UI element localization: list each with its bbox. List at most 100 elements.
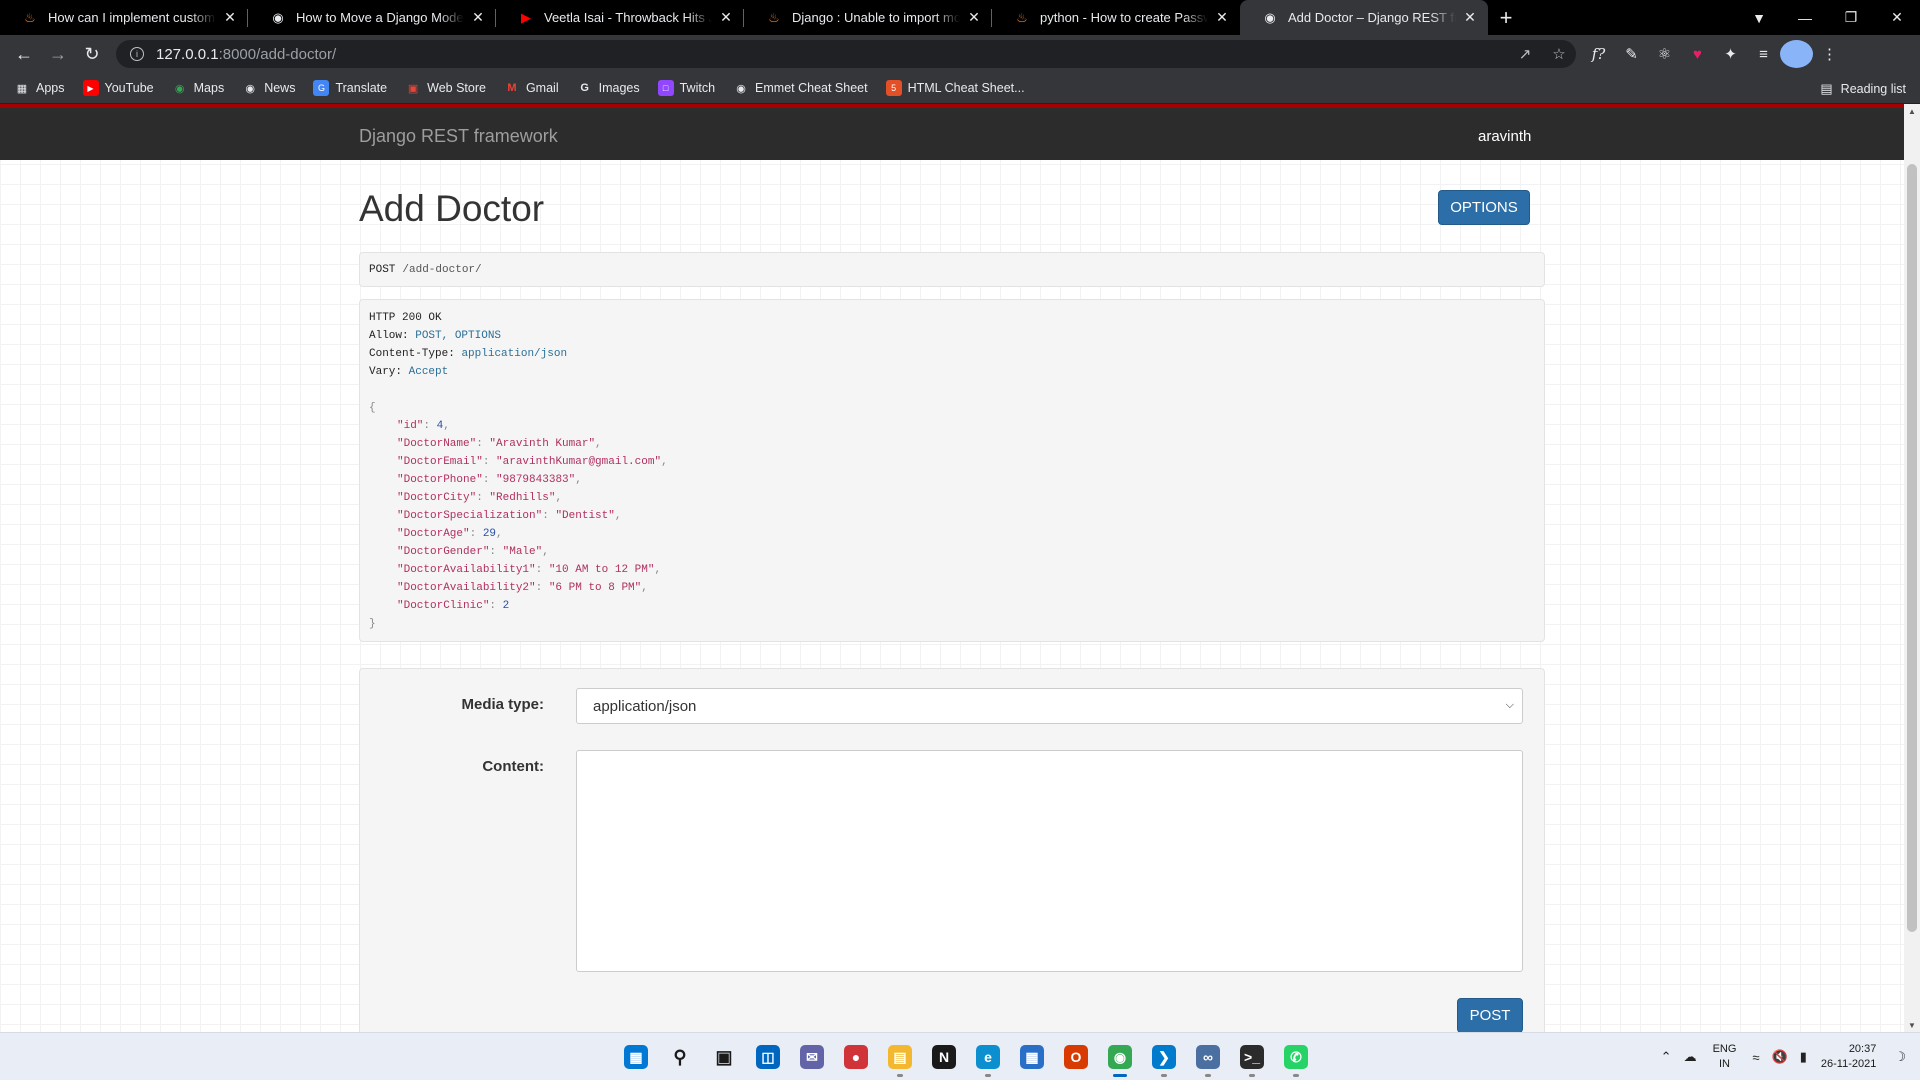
clock[interactable]: 20:37 26-11-2021 — [1821, 1042, 1876, 1072]
bookmark-html-cheat[interactable]: 5 HTML Cheat Sheet... — [885, 80, 1025, 96]
region-code: IN — [1718, 1058, 1730, 1070]
close-icon[interactable]: ✕ — [966, 9, 982, 26]
address-host: 127.0.0.1 — [156, 45, 219, 63]
minimize-icon[interactable]: — — [1782, 0, 1828, 35]
browser-tab[interactable]: ◉ How to Move a Django Model to ✕ — [248, 0, 496, 35]
taskbar-app[interactable]: >_ — [1230, 1033, 1274, 1080]
bookmark-emmet[interactable]: ◉ Emmet Cheat Sheet — [733, 80, 867, 96]
taskbar-app[interactable]: ▤ — [878, 1033, 922, 1080]
json-field: "DoctorAvailability1": "10 AM to 12 PM", — [397, 564, 662, 576]
scroll-down-icon[interactable]: ▼ — [1904, 1018, 1920, 1032]
taskbar-app[interactable]: ❯ — [1142, 1033, 1186, 1080]
scrollbar-thumb[interactable] — [1907, 164, 1917, 932]
globe-icon: ◉ — [272, 9, 284, 25]
taskbar-app[interactable]: ◉ — [1098, 1033, 1142, 1080]
tab-title: How can I implement custom user — [48, 10, 216, 25]
browser-tab[interactable]: ▶ Veetla Isai - Throwback Hits Jukebox ✕ — [496, 0, 744, 35]
globe-icon: ◉ — [1264, 9, 1276, 25]
taskbar-app[interactable]: e — [966, 1033, 1010, 1080]
heart-extension-icon[interactable]: ♥ — [1681, 40, 1714, 68]
chevron-up-icon[interactable]: ⌃ — [1661, 1049, 1672, 1065]
taskbar-app[interactable]: ∞ — [1186, 1033, 1230, 1080]
user-menu[interactable]: aravinth — [1478, 128, 1531, 145]
close-icon[interactable]: ✕ — [470, 9, 486, 26]
request-url: /add-doctor/ — [402, 263, 482, 276]
tab-title: How to Move a Django Model to — [296, 10, 464, 25]
globe-icon: ◉ — [245, 82, 255, 95]
reload-icon[interactable]: ↻ — [76, 38, 108, 70]
bookmark-apps[interactable]: ▦ Apps — [14, 80, 65, 96]
close-icon[interactable]: ✕ — [1462, 9, 1478, 26]
window-controls: ▼ — ❐ ✕ — [1736, 0, 1920, 35]
puzzle-extensions-icon[interactable]: ✦ — [1714, 40, 1747, 68]
function-extension-icon[interactable]: f? — [1582, 40, 1615, 68]
language-indicator[interactable]: ENG IN — [1713, 1042, 1737, 1072]
profile-avatar[interactable] — [1780, 40, 1813, 68]
wifi-icon[interactable]: ≈ — [1752, 1050, 1759, 1065]
page-title: Add Doctor — [359, 188, 545, 229]
tab-search-icon[interactable]: ▼ — [1736, 0, 1782, 35]
taskbar-app[interactable]: O — [1054, 1033, 1098, 1080]
taskbar-app[interactable]: ✆ — [1274, 1033, 1318, 1080]
forward-icon[interactable]: → — [42, 38, 74, 70]
media-type-select[interactable]: application/json ⌵ — [576, 688, 1523, 724]
browser-toolbar: ← → ↻ i 127.0.0.1 :8000/add-doctor/ ↗ ☆ … — [0, 35, 1920, 73]
bookmark-images[interactable]: G Images — [577, 80, 639, 96]
react-extension-icon[interactable]: ⚛ — [1648, 40, 1681, 68]
bookmark-translate[interactable]: G Translate — [313, 80, 387, 96]
brand-link[interactable]: Django REST framework — [359, 126, 558, 147]
file-explorer-icon: ▤ — [888, 1045, 912, 1069]
bookmark-star-icon[interactable]: ☆ — [1542, 45, 1576, 63]
restore-icon[interactable]: ❐ — [1828, 0, 1874, 35]
tab-title: Veetla Isai - Throwback Hits Jukebox — [544, 10, 712, 25]
bookmark-maps[interactable]: ◉ Maps — [172, 80, 224, 96]
bookmark-web-store[interactable]: ▣ Web Store — [405, 80, 486, 96]
taskbar-apps: ▦ ⚲ ▣ ◫ ✉ ● ▤ Ne ▦ O ◉ ❯ ∞ >_ ✆ — [614, 1033, 1318, 1080]
onedrive-icon[interactable]: ☁ — [1684, 1049, 1697, 1065]
taskbar-app[interactable]: N — [922, 1033, 966, 1080]
bookmark-gmail[interactable]: M Gmail — [504, 80, 558, 96]
new-tab-button[interactable]: + — [1488, 0, 1524, 35]
taskbar-app[interactable]: ✉ — [790, 1033, 834, 1080]
gmail-icon: M — [507, 82, 517, 94]
browser-tab[interactable]: ♨ python - How to create Password ✕ — [992, 0, 1240, 35]
whatsapp-icon: ✆ — [1284, 1045, 1308, 1069]
more-menu-icon[interactable]: ⋮ — [1813, 40, 1846, 68]
browser-tab[interactable]: ♨ How can I implement custom user ✕ — [0, 0, 248, 35]
scroll-up-icon[interactable]: ▲ — [1904, 104, 1920, 118]
back-icon[interactable]: ← — [8, 38, 40, 70]
content-textarea[interactable] — [576, 750, 1523, 972]
taskbar-app[interactable]: ▣ — [702, 1033, 746, 1080]
address-bar[interactable]: i 127.0.0.1 :8000/add-doctor/ ↗ ☆ — [116, 40, 1576, 68]
browser-tab-active[interactable]: ◉ Add Doctor – Django REST framework ✕ — [1240, 0, 1488, 35]
page-scrollbar[interactable]: ▲ ▼ — [1904, 104, 1920, 1032]
close-icon[interactable]: ✕ — [1214, 9, 1230, 26]
battery-icon[interactable]: ▮ — [1800, 1049, 1807, 1065]
pen-extension-icon[interactable]: ✎ — [1615, 40, 1648, 68]
share-icon[interactable]: ↗ — [1508, 45, 1542, 63]
json-field: "DoctorClinic": 2 — [397, 600, 510, 612]
close-icon[interactable]: ✕ — [718, 9, 734, 26]
options-button[interactable]: OPTIONS — [1438, 190, 1530, 225]
bookmark-twitch[interactable]: □ Twitch — [657, 80, 715, 96]
taskbar-app[interactable]: ⚲ — [658, 1033, 702, 1080]
close-icon[interactable]: ✕ — [222, 9, 238, 26]
site-info-icon[interactable]: i — [130, 47, 144, 61]
taskbar-app[interactable]: ▦ — [1010, 1033, 1054, 1080]
close-window-icon[interactable]: ✕ — [1874, 0, 1920, 35]
post-button[interactable]: POST — [1457, 998, 1523, 1032]
browser-tab[interactable]: ♨ Django : Unable to import models ✕ — [744, 0, 992, 35]
bookmark-youtube[interactable]: ▶ YouTube — [82, 80, 154, 96]
taskbar-app[interactable]: ● — [834, 1033, 878, 1080]
media-queue-icon[interactable]: ≡ — [1747, 40, 1780, 68]
media-type-value: application/json — [593, 697, 697, 715]
taskbar-app[interactable]: ◫ — [746, 1033, 790, 1080]
taskbar-app[interactable]: ▦ — [614, 1033, 658, 1080]
reading-list[interactable]: ▤ Reading list — [1820, 73, 1906, 104]
bookmark-news[interactable]: ◉ News — [242, 80, 295, 96]
bookmark-label: News — [264, 81, 296, 95]
volume-muted-icon[interactable]: 🔇 — [1772, 1049, 1788, 1065]
json-body: "id": 4, "DoctorName": "Aravinth Kumar", "… — [369, 417, 1535, 615]
task-view-icon: ▣ — [715, 1046, 733, 1067]
focus-assist-icon[interactable]: ☽ — [1894, 1049, 1906, 1065]
